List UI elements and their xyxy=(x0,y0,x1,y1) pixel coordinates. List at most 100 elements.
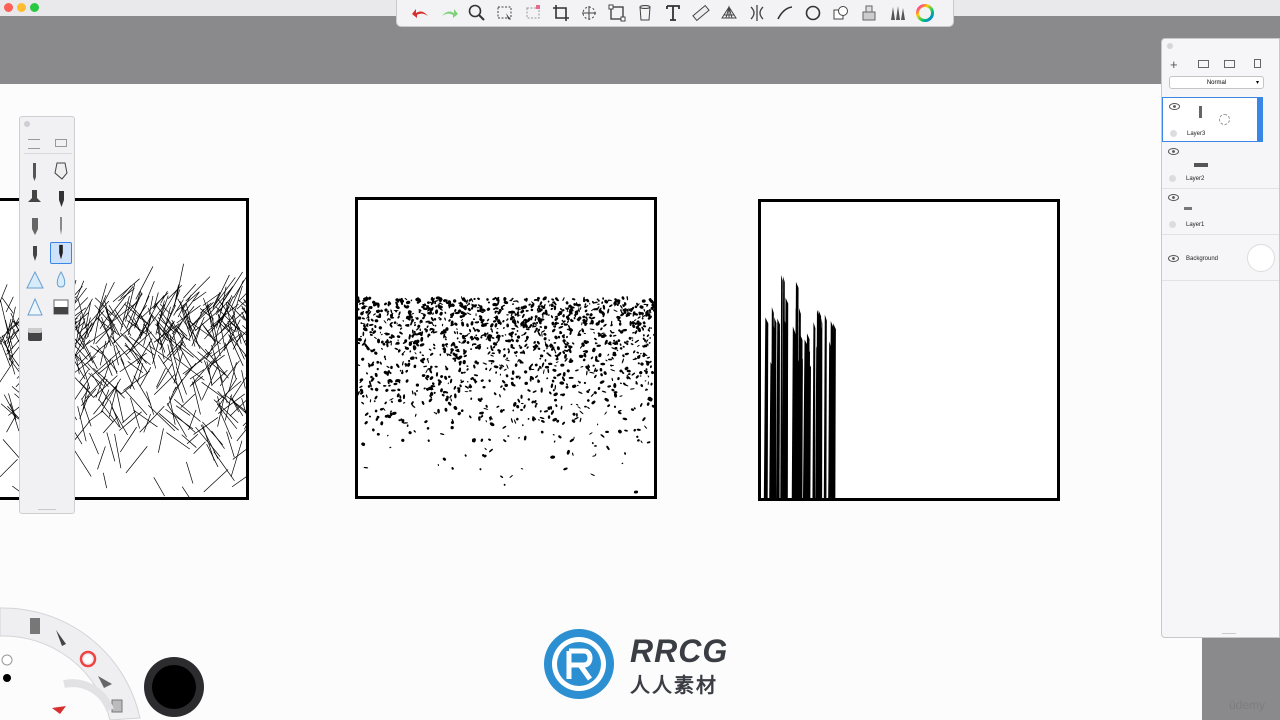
brush-library-lagoon-icon[interactable] xyxy=(30,618,40,634)
stipple-mark xyxy=(604,397,609,402)
undo-icon[interactable] xyxy=(407,2,435,24)
stipple-mark xyxy=(642,325,647,328)
distort-icon[interactable] xyxy=(603,2,631,24)
stipple-mark xyxy=(369,333,373,336)
text-icon[interactable] xyxy=(659,2,687,24)
stipple-mark xyxy=(636,428,641,431)
color-puck[interactable] xyxy=(144,657,204,717)
size-slider-icon[interactable] xyxy=(1,654,13,666)
stipple-mark xyxy=(607,404,611,408)
layer-row[interactable]: Layer3 xyxy=(1162,97,1258,142)
layer-row[interactable]: Background xyxy=(1162,235,1279,281)
stipple-mark xyxy=(414,352,417,355)
layer-settings-icon[interactable] xyxy=(1219,114,1230,125)
eye-icon[interactable] xyxy=(1168,255,1179,262)
stipple-mark xyxy=(626,295,629,301)
stipple-mark xyxy=(358,391,360,396)
add-layer-icon[interactable]: + xyxy=(1170,57,1178,72)
ellipse-icon[interactable] xyxy=(799,2,827,24)
panel-resize-handle[interactable] xyxy=(1222,633,1236,634)
hard-eraser-icon[interactable] xyxy=(24,296,46,318)
blur-drop-icon[interactable] xyxy=(50,269,72,291)
close-window-button[interactable] xyxy=(4,3,13,12)
eye-icon[interactable] xyxy=(1169,103,1180,110)
technical-pen-icon[interactable] xyxy=(24,242,46,264)
background-color-swatch[interactable] xyxy=(1247,244,1275,272)
ballpoint-icon[interactable] xyxy=(24,215,46,237)
hatch-stroke xyxy=(243,307,246,314)
hatch-stroke xyxy=(156,363,173,390)
layer-opacity-slider[interactable] xyxy=(1258,97,1263,142)
eye-icon[interactable] xyxy=(1168,194,1179,201)
stipple-mark xyxy=(549,303,551,307)
stipple-mark xyxy=(390,342,392,346)
crop-icon[interactable] xyxy=(547,2,575,24)
stipple-mark xyxy=(402,402,406,404)
layer-folder-icon[interactable] xyxy=(1198,60,1209,68)
stipple-mark xyxy=(511,303,515,305)
select-lasso-icon[interactable] xyxy=(519,2,547,24)
pencil-icon[interactable] xyxy=(24,161,46,183)
opacity-slider-icon[interactable] xyxy=(3,674,11,682)
smudge-icon[interactable] xyxy=(50,296,72,318)
palette-resize-handle[interactable] xyxy=(38,509,56,510)
stipple-mark xyxy=(586,298,590,303)
lagoon-radial-menu[interactable] xyxy=(0,600,150,720)
layer-delete-icon[interactable] xyxy=(1254,59,1261,68)
zoom-window-button[interactable] xyxy=(30,3,39,12)
palette-grip[interactable] xyxy=(24,121,30,127)
layer-radio[interactable] xyxy=(1170,130,1177,137)
layer-row[interactable]: Layer1 xyxy=(1162,189,1279,235)
undo-lagoon-icon[interactable] xyxy=(52,706,66,714)
fill-icon[interactable] xyxy=(24,323,46,345)
ruler-icon[interactable] xyxy=(687,2,715,24)
curve-icon[interactable] xyxy=(771,2,799,24)
eye-icon[interactable] xyxy=(1168,148,1179,155)
minimize-window-button[interactable] xyxy=(17,3,26,12)
redo-icon[interactable] xyxy=(435,2,463,24)
stipple-mark xyxy=(390,309,393,314)
transform-icon[interactable] xyxy=(575,2,603,24)
stamp-icon[interactable] xyxy=(855,2,883,24)
panel-grip[interactable] xyxy=(1167,43,1173,49)
stipple-mark xyxy=(502,387,506,391)
blend-mode-select[interactable]: Normal ▾ xyxy=(1169,76,1264,89)
stipple-mark xyxy=(609,304,613,308)
stipple-mark xyxy=(414,413,417,417)
layer-radio[interactable] xyxy=(1169,175,1176,182)
layers-lagoon-icon[interactable] xyxy=(111,699,123,713)
perspective-icon[interactable] xyxy=(715,2,743,24)
airbrush-icon[interactable] xyxy=(24,188,46,210)
marker-icon[interactable] xyxy=(50,161,72,183)
fine-tip-icon[interactable] xyxy=(50,215,72,237)
copic-icon[interactable] xyxy=(827,2,855,24)
bucket-icon[interactable] xyxy=(631,2,659,24)
stipple-mark xyxy=(520,402,524,405)
stipple-mark xyxy=(460,409,464,413)
brush-list-icon[interactable] xyxy=(55,139,67,147)
stipple-mark xyxy=(609,334,612,338)
stipple-mark xyxy=(634,330,638,335)
stipple-mark xyxy=(444,338,447,341)
stipple-mark xyxy=(621,462,624,465)
select-rect-icon[interactable] xyxy=(491,2,519,24)
layer-radio[interactable] xyxy=(1169,221,1176,228)
hatch-stroke xyxy=(0,284,8,303)
brush-library-icon[interactable] xyxy=(883,2,911,24)
brush-settings-icon[interactable] xyxy=(28,139,40,149)
paint-brush-icon[interactable] xyxy=(50,188,72,210)
zoom-icon[interactable] xyxy=(463,2,491,24)
color-wheel-icon[interactable] xyxy=(911,2,939,24)
layer-row[interactable]: Layer2 xyxy=(1162,143,1279,189)
stipple-mark xyxy=(641,317,644,320)
symmetry-icon[interactable] xyxy=(743,2,771,24)
stipple-mark xyxy=(358,308,360,311)
stipple-mark xyxy=(614,346,618,350)
layer-image-icon[interactable] xyxy=(1224,60,1235,68)
soft-eraser-icon[interactable] xyxy=(24,269,46,291)
stipple-mark xyxy=(466,365,469,367)
stipple-mark xyxy=(592,364,595,367)
stipple-mark xyxy=(376,367,379,371)
ink-pen-icon[interactable] xyxy=(50,242,72,264)
stipple-mark xyxy=(386,312,389,316)
